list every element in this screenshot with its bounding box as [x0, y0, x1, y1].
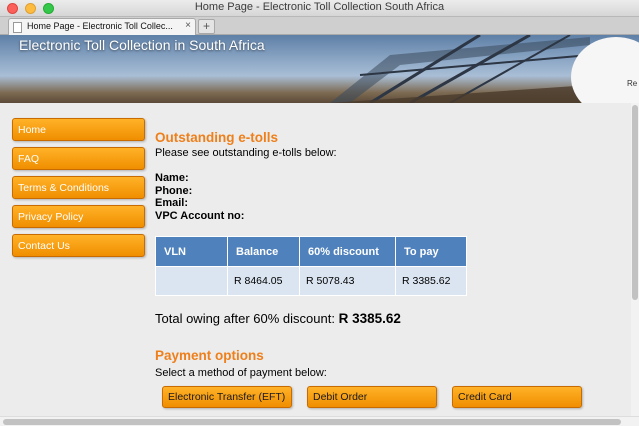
browser-window: Home Page - Electronic Toll Collection S… — [0, 0, 639, 426]
vertical-scroll-thumb[interactable] — [632, 105, 638, 300]
email-label: Email: — [155, 197, 189, 209]
debit-order-button[interactable]: Debit Order — [307, 386, 437, 408]
column-header-discount: 60% discount — [299, 236, 396, 267]
window-title: Home Page - Electronic Toll Collection S… — [194, 1, 445, 13]
total-amount: R 3385.62 — [338, 311, 401, 326]
sidebar-nav: Home FAQ Terms & Conditions Privacy Poli… — [12, 118, 145, 263]
name-label: Name: — [155, 172, 189, 184]
cell-to-pay: R 3385.62 — [395, 266, 467, 296]
nav-terms-conditions[interactable]: Terms & Conditions — [12, 176, 145, 199]
tab-bar: Home Page - Electronic Toll Collec... × … — [0, 17, 639, 35]
column-header-vln: VLN — [155, 236, 228, 267]
title-bar: Home Page - Electronic Toll Collection S… — [0, 0, 639, 17]
credit-card-button[interactable]: Credit Card — [452, 386, 582, 408]
horizontal-scroll-thumb[interactable] — [3, 419, 621, 425]
logo-text: Re — [627, 79, 638, 88]
payment-intro: Select a method of payment below: — [155, 367, 327, 379]
site-banner: Electronic Toll Collection in South Afri… — [0, 35, 639, 103]
phone-label: Phone: — [155, 184, 193, 197]
outstanding-heading: Outstanding e-tolls — [155, 130, 278, 145]
table-header-row: VLN Balance 60% discount To pay — [155, 236, 467, 267]
cell-discount: R 5078.43 — [299, 266, 396, 296]
new-tab-button[interactable]: + — [198, 19, 215, 34]
total-owing: Total owing after 60% discount: R 3385.6… — [155, 311, 401, 326]
page-icon — [13, 22, 22, 33]
payment-heading: Payment options — [155, 348, 264, 363]
nav-contact-us[interactable]: Contact Us — [12, 234, 145, 257]
account-fields: Name: Phone: Email: VPC Account no: — [155, 172, 615, 222]
nav-home[interactable]: Home — [12, 118, 145, 141]
cell-balance: R 8464.05 — [227, 266, 300, 296]
etolls-table: VLN Balance 60% discount To pay R 8464.0… — [155, 236, 467, 296]
banner-title: Electronic Toll Collection in South Afri… — [19, 37, 265, 53]
bridge-image — [330, 35, 590, 103]
horizontal-scrollbar[interactable] — [0, 416, 639, 426]
column-header-to-pay: To pay — [395, 236, 467, 267]
table-row: R 8464.05 R 5078.43 R 3385.62 — [155, 266, 467, 296]
vpc-account-label: VPC Account no: — [155, 209, 245, 222]
page-content: Home FAQ Terms & Conditions Privacy Poli… — [0, 103, 631, 416]
tab-label: Home Page - Electronic Toll Collec... — [27, 21, 173, 31]
outstanding-intro: Please see outstanding e-tolls below: — [155, 147, 337, 159]
cell-vln — [155, 266, 228, 296]
vertical-scrollbar[interactable] — [631, 103, 639, 416]
eft-button[interactable]: Electronic Transfer (EFT) — [162, 386, 292, 408]
main-panel: Outstanding e-tolls Please see outstandi… — [155, 130, 615, 408]
tab-close-icon[interactable]: × — [185, 20, 191, 31]
tab-home-page[interactable]: Home Page - Electronic Toll Collec... × — [8, 18, 196, 35]
nav-privacy-policy[interactable]: Privacy Policy — [12, 205, 145, 228]
column-header-balance: Balance — [227, 236, 300, 267]
nav-faq[interactable]: FAQ — [12, 147, 145, 170]
total-label: Total owing after 60% discount: — [155, 311, 335, 326]
